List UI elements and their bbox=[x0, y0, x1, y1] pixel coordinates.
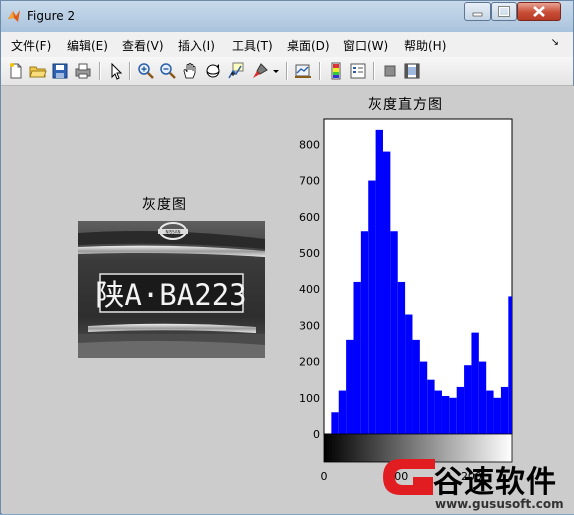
minimize-icon bbox=[472, 12, 483, 17]
y-tick-label: 800 bbox=[299, 138, 320, 151]
menu-insert[interactable]: 插入(I) bbox=[178, 37, 215, 54]
y-tick-label: 300 bbox=[299, 319, 320, 332]
new-figure-icon[interactable] bbox=[7, 62, 25, 80]
pan-icon[interactable] bbox=[181, 62, 199, 80]
watermark-brand: 谷速软件 bbox=[433, 465, 557, 500]
y-tick-label: 0 bbox=[313, 428, 320, 441]
menu-edit[interactable]: 编辑(E) bbox=[67, 37, 108, 54]
save-icon[interactable] bbox=[51, 62, 69, 80]
show-plot-tools-icon[interactable] bbox=[403, 62, 421, 80]
toolbar-separator bbox=[373, 62, 375, 80]
hide-plot-tools-icon[interactable] bbox=[381, 62, 399, 80]
insert-legend-icon[interactable] bbox=[349, 62, 367, 80]
x-tick-label: 0 bbox=[321, 470, 328, 483]
menu-overflow-arrow[interactable]: ↘ bbox=[551, 37, 559, 48]
menu-window[interactable]: 窗口(W) bbox=[343, 37, 388, 54]
brush-icon[interactable] bbox=[251, 62, 269, 80]
figure-window: Figure 2 文件(F) 编辑(E) 查看(V) 插入(I) 工具(T) 桌… bbox=[0, 0, 574, 514]
close-button[interactable] bbox=[517, 2, 561, 21]
histogram-bar bbox=[331, 412, 339, 434]
histogram-bar bbox=[360, 231, 369, 434]
menu-file[interactable]: 文件(F) bbox=[11, 37, 51, 54]
y-tick-label: 400 bbox=[299, 283, 320, 296]
y-tick-label: 200 bbox=[299, 356, 320, 369]
y-tick-label: 500 bbox=[299, 247, 320, 260]
minimize-button[interactable] bbox=[464, 2, 491, 21]
toolbar-separator bbox=[319, 62, 321, 80]
close-icon bbox=[533, 6, 545, 17]
histogram-bar bbox=[346, 339, 354, 434]
edit-plot-icon[interactable] bbox=[107, 62, 125, 80]
y-tick-label: 100 bbox=[299, 392, 320, 405]
data-cursor-icon[interactable] bbox=[227, 62, 245, 80]
menu-bar: 文件(F) 编辑(E) 查看(V) 插入(I) 工具(T) 桌面(D) 窗口(W… bbox=[1, 32, 573, 58]
zoom-out-icon[interactable] bbox=[159, 62, 177, 80]
rotate-3d-icon[interactable] bbox=[204, 62, 222, 80]
site-watermark: 谷速软件 www.gususoft.com bbox=[373, 373, 574, 515]
menu-view[interactable]: 查看(V) bbox=[122, 37, 164, 54]
print-icon[interactable] bbox=[74, 62, 92, 80]
y-tick-label: 600 bbox=[299, 211, 320, 224]
menu-help[interactable]: 帮助(H) bbox=[404, 37, 446, 54]
toolbar-separator bbox=[286, 62, 288, 80]
menu-tools[interactable]: 工具(T) bbox=[232, 37, 273, 54]
maximize-icon bbox=[498, 6, 510, 17]
brush-dropdown-icon[interactable] bbox=[271, 62, 281, 80]
watermark-url: www.gususoft.com bbox=[435, 497, 564, 511]
histogram-bar bbox=[338, 390, 347, 434]
open-file-icon[interactable] bbox=[29, 62, 47, 80]
matlab-logo-icon bbox=[8, 10, 20, 22]
toolbar-separator bbox=[129, 62, 131, 80]
y-tick-label: 700 bbox=[299, 175, 320, 188]
menu-desktop[interactable]: 桌面(D) bbox=[287, 37, 330, 54]
title-bar[interactable]: Figure 2 bbox=[1, 1, 573, 32]
zoom-in-icon[interactable] bbox=[137, 62, 155, 80]
toolbar-separator bbox=[99, 62, 101, 80]
window-title: Figure 2 bbox=[27, 9, 76, 23]
insert-colorbar-icon[interactable] bbox=[327, 62, 345, 80]
histogram-bar bbox=[353, 281, 361, 434]
link-plot-icon[interactable] bbox=[294, 62, 312, 80]
toolbar bbox=[1, 57, 573, 86]
maximize-button[interactable] bbox=[491, 2, 517, 21]
